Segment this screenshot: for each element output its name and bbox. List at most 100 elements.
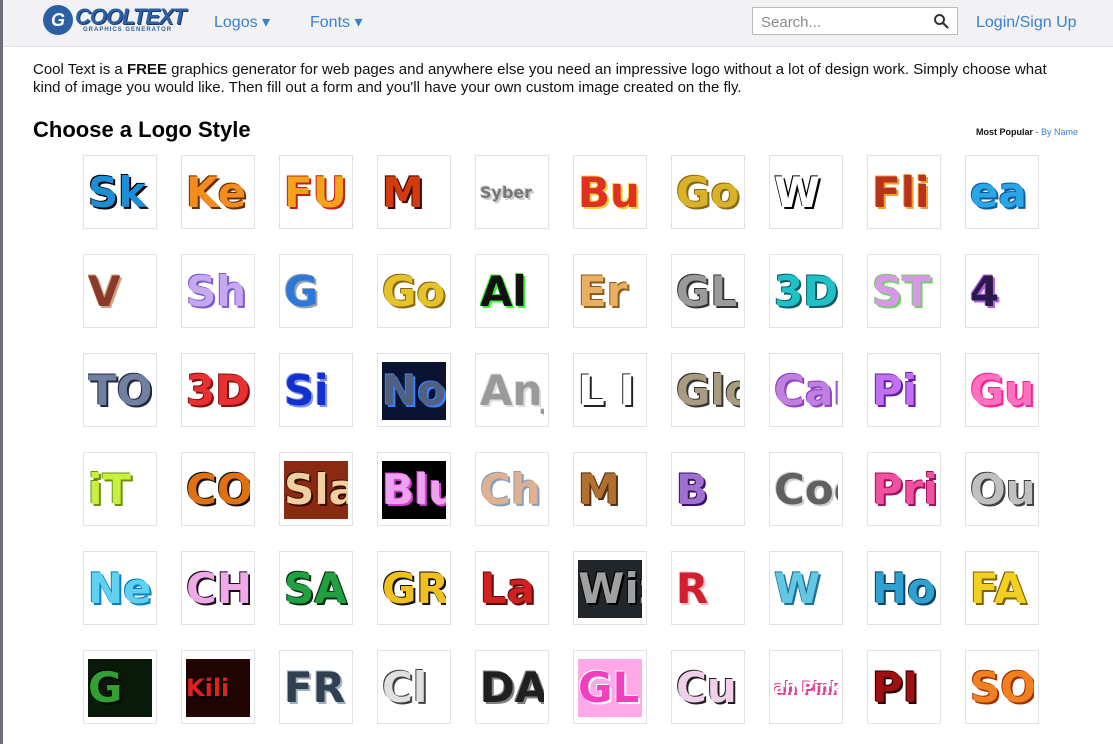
logo-tagline: GRAPHICS GENERATOR	[83, 27, 173, 33]
logo-style-preview: 4	[970, 263, 1034, 321]
intro-free-emphasis: FREE	[126, 61, 167, 78]
logo-style-preview: GL	[676, 263, 740, 321]
logo-style-preview: Blu	[382, 461, 446, 519]
logo-style-tile[interactable]: Al	[475, 254, 549, 328]
logo-style-tile[interactable]: W	[769, 551, 843, 625]
nav-logos-dropdown[interactable]: Logos ▾	[214, 12, 270, 32]
logo-style-tile[interactable]: SA	[279, 551, 353, 625]
logo-style-tile[interactable]: Syber	[475, 155, 549, 229]
logo-style-tile[interactable]: PI	[867, 650, 941, 724]
logo-style-tile[interactable]: FA	[965, 551, 1039, 625]
logo-style-tile[interactable]: TO	[83, 353, 157, 427]
logo-style-preview: R	[676, 560, 740, 618]
logo-style-tile[interactable]: FR	[279, 650, 353, 724]
logo-style-tile[interactable]: Kili	[181, 650, 255, 724]
logo-style-tile[interactable]: 3D	[769, 254, 843, 328]
logo-style-tile[interactable]: Fli	[867, 155, 941, 229]
logo-style-preview: Anj	[480, 362, 544, 420]
logo-style-tile[interactable]: Glo	[671, 353, 745, 427]
search-input[interactable]	[759, 11, 933, 33]
logo-style-preview: V	[88, 263, 152, 321]
logo-style-tile[interactable]: V	[83, 254, 157, 328]
logo-style-preview: FR	[284, 659, 348, 717]
login-signup-link[interactable]: Login/Sign Up	[976, 14, 1077, 32]
logo-style-preview: Coo	[774, 461, 838, 519]
intro-text-start: Cool Text is a	[33, 61, 127, 78]
logo-style-tile[interactable]: Cu	[671, 650, 745, 724]
logo-style-tile[interactable]: Pi	[867, 353, 941, 427]
logo-style-tile[interactable]: Ch	[475, 452, 549, 526]
logo-style-preview: GL	[578, 659, 642, 717]
logo-style-tile[interactable]: Cl	[377, 650, 451, 724]
logo-style-preview: Sla	[284, 461, 348, 519]
logo-style-preview: M	[382, 164, 446, 222]
nav-fonts-dropdown[interactable]: Fonts ▾	[310, 12, 363, 32]
logo-style-preview: W	[774, 560, 838, 618]
logo-style-tile[interactable]: ST	[867, 254, 941, 328]
logo-style-tile[interactable]: Sla	[279, 452, 353, 526]
logo-style-preview: ST	[872, 263, 936, 321]
logo-style-preview: Go	[676, 164, 740, 222]
logo-style-preview: DA	[480, 659, 544, 717]
logo-style-preview: Wiz	[578, 560, 642, 618]
logo-style-tile[interactable]: Hor	[867, 551, 941, 625]
logo-style-tile[interactable]: SO	[965, 650, 1039, 724]
logo-style-tile[interactable]: Ke	[181, 155, 255, 229]
logo-style-tile[interactable]: CO	[181, 452, 255, 526]
logo-style-preview: M	[578, 461, 642, 519]
logo-style-tile[interactable]: M	[377, 155, 451, 229]
logo-style-tile[interactable]: Sk	[83, 155, 157, 229]
logo-style-tile[interactable]: B	[671, 452, 745, 526]
logo-style-tile[interactable]: Go	[377, 254, 451, 328]
search-box	[752, 7, 958, 35]
logo-style-tile[interactable]: R	[671, 551, 745, 625]
logo-style-tile[interactable]: Anj	[475, 353, 549, 427]
logo-style-tile[interactable]: L I	[573, 353, 647, 427]
logo-style-tile[interactable]: G	[279, 254, 353, 328]
logo-style-preview: W	[774, 164, 838, 222]
logo-style-tile[interactable]: ah Pink	[769, 650, 843, 724]
logo-style-preview: Ke	[186, 164, 250, 222]
cooltext-logo[interactable]: G COOLTEXT GRAPHICS GENERATOR	[43, 5, 193, 37]
logo-style-tile[interactable]: DA	[475, 650, 549, 724]
logo-style-tile[interactable]: FU	[279, 155, 353, 229]
logo-wordmark: COOLTEXT	[75, 4, 186, 29]
logo-style-tile[interactable]: 3D	[181, 353, 255, 427]
logo-style-tile[interactable]: GRA	[377, 551, 451, 625]
logo-style-tile[interactable]: Bu	[573, 155, 647, 229]
logo-style-tile[interactable]: Coo	[769, 452, 843, 526]
logo-style-tile[interactable]: Ou	[965, 452, 1039, 526]
logo-style-tile[interactable]: Wiz	[573, 551, 647, 625]
logo-style-tile[interactable]: Gu	[965, 353, 1039, 427]
logo-style-tile[interactable]: No	[377, 353, 451, 427]
logo-style-tile[interactable]: Go	[671, 155, 745, 229]
logo-style-tile[interactable]: Ne	[83, 551, 157, 625]
logo-style-tile[interactable]: Si	[279, 353, 353, 427]
logo-style-tile[interactable]: 4	[965, 254, 1039, 328]
logo-style-tile[interactable]: CH	[181, 551, 255, 625]
logo-style-preview: SA	[284, 560, 348, 618]
logo-style-preview: No	[382, 362, 446, 420]
logo-style-preview: GRA	[382, 560, 446, 618]
logo-style-tile[interactable]: iT	[83, 452, 157, 526]
logo-style-tile[interactable]: M	[573, 452, 647, 526]
logo-style-tile[interactable]: Pri	[867, 452, 941, 526]
logo-style-tile[interactable]: Blu	[377, 452, 451, 526]
logo-style-tile[interactable]: GL	[671, 254, 745, 328]
logo-style-tile[interactable]: ea	[965, 155, 1039, 229]
logo-style-tile[interactable]: La	[475, 551, 549, 625]
logo-style-preview: ea	[970, 164, 1034, 222]
logo-style-preview: Ch	[480, 461, 544, 519]
logo-style-tile[interactable]: Can	[769, 353, 843, 427]
logo-style-tile[interactable]: W	[769, 155, 843, 229]
logo-style-tile[interactable]: G	[83, 650, 157, 724]
search-icon[interactable]	[933, 13, 949, 29]
intro-text-rest: graphics generator for web pages and any…	[33, 61, 1047, 96]
logo-style-preview: FA	[970, 560, 1034, 618]
sort-by-name-link[interactable]: By Name	[1041, 127, 1078, 137]
logo-style-tile[interactable]: Er	[573, 254, 647, 328]
logo-style-preview: Pi	[872, 362, 936, 420]
logo-style-preview: Can	[774, 362, 838, 420]
logo-style-tile[interactable]: Sh	[181, 254, 255, 328]
logo-style-tile[interactable]: GL	[573, 650, 647, 724]
